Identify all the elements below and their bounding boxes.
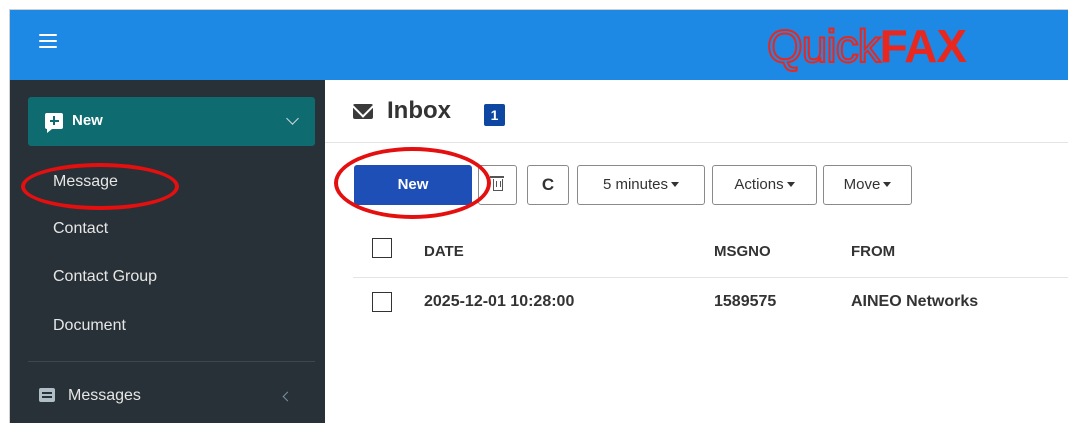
move-dropdown[interactable]: Move bbox=[823, 165, 912, 205]
refresh-button[interactable]: C bbox=[527, 165, 569, 205]
sidebar-new-label: New bbox=[72, 112, 103, 129]
page-title: Inbox bbox=[387, 97, 451, 124]
header-divider bbox=[325, 142, 1068, 143]
sidebar: New Message Contact Contact Group Docume… bbox=[10, 80, 325, 423]
move-label: Move bbox=[843, 176, 881, 193]
interval-label: 5 minutes bbox=[602, 176, 669, 193]
new-button[interactable]: New bbox=[354, 165, 472, 205]
delete-button[interactable] bbox=[478, 165, 517, 205]
chevron-down-icon bbox=[286, 112, 299, 125]
quickfax-logo: QuickFAX bbox=[766, 19, 967, 73]
sidebar-divider bbox=[28, 361, 315, 362]
row-checkbox[interactable] bbox=[372, 292, 392, 312]
sidebar-item-contact-group[interactable]: Contact Group bbox=[53, 268, 157, 286]
sidebar-item-messages[interactable]: Messages bbox=[10, 378, 325, 418]
row-msgno[interactable]: 1589575 bbox=[714, 293, 776, 311]
main-content: Inbox 1 New C 5 minutes Actions Move DAT… bbox=[325, 80, 1068, 423]
actions-dropdown[interactable]: Actions bbox=[712, 165, 817, 205]
chevron-left-icon bbox=[282, 391, 293, 402]
sidebar-new-button[interactable]: New bbox=[28, 97, 315, 146]
column-header-from[interactable]: FROM bbox=[851, 243, 895, 260]
column-header-msgno[interactable]: MSGNO bbox=[714, 243, 771, 260]
sidebar-item-contact[interactable]: Contact bbox=[53, 220, 108, 238]
caret-down-icon bbox=[671, 181, 680, 187]
unread-count-badge: 1 bbox=[484, 104, 505, 126]
row-from[interactable]: AINEO Networks bbox=[851, 293, 978, 311]
table-header-divider bbox=[353, 277, 1068, 278]
column-header-date[interactable]: DATE bbox=[424, 243, 464, 260]
refresh-interval-dropdown[interactable]: 5 minutes bbox=[577, 165, 705, 205]
sidebar-item-document[interactable]: Document bbox=[53, 317, 126, 335]
envelope-icon bbox=[353, 104, 373, 119]
caret-down-icon bbox=[883, 181, 892, 187]
sidebar-messages-label: Messages bbox=[68, 387, 141, 404]
select-all-checkbox[interactable] bbox=[372, 238, 392, 258]
top-bar: QuickFAX bbox=[10, 10, 1068, 80]
row-date[interactable]: 2025-12-01 10:28:00 bbox=[424, 293, 574, 311]
trash-icon bbox=[490, 176, 504, 191]
sidebar-item-message[interactable]: Message bbox=[53, 173, 118, 191]
plus-message-icon bbox=[45, 113, 63, 133]
hamburger-menu-icon[interactable] bbox=[39, 34, 57, 50]
actions-label: Actions bbox=[734, 176, 784, 193]
messages-icon bbox=[39, 388, 55, 402]
caret-down-icon bbox=[786, 181, 795, 187]
